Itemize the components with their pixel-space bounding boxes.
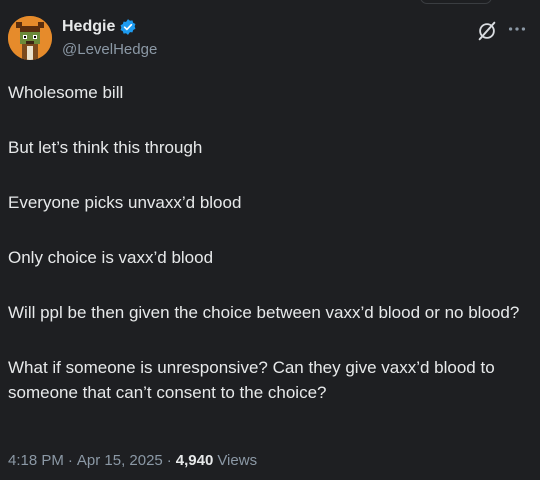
tweet-paragraph: Wholesome bill xyxy=(8,83,124,102)
tweet-paragraph: Will ppl be then given the choice betwee… xyxy=(8,303,520,322)
tweet-time[interactable]: 4:18 PM xyxy=(8,452,64,469)
top-pill-divider xyxy=(420,0,492,4)
views-count: 4,940 xyxy=(175,452,214,469)
views-label: Views xyxy=(217,452,258,469)
tweet-meta: 4:18 PM · Apr 15, 2025 · 4,940 Views xyxy=(8,452,257,469)
avatar[interactable] xyxy=(8,16,52,60)
tweet-paragraph: What if someone is unresponsive? Can the… xyxy=(8,358,495,402)
name-row: Hedgie xyxy=(62,18,137,36)
tweet-date[interactable]: Apr 15, 2025 xyxy=(77,452,163,469)
tweet-text: Wholesome bill But let’s think this thro… xyxy=(8,80,534,435)
tweet-paragraph: Everyone picks unvaxx’d blood xyxy=(8,193,242,212)
author-handle[interactable]: @LevelHedge xyxy=(62,41,157,58)
verified-badge-icon xyxy=(119,18,137,36)
pixel-art-hedgehog-avatar-icon xyxy=(8,16,52,60)
tweet-paragraph: But let’s think this through xyxy=(8,138,203,157)
meta-separator: · xyxy=(166,452,172,469)
tweet-paragraph: Only choice is vaxx’d blood xyxy=(8,248,214,267)
meta-separator: · xyxy=(67,452,73,469)
more-options-icon[interactable] xyxy=(504,18,530,40)
tweet-header: Hedgie @LevelHedge xyxy=(8,16,532,64)
display-name[interactable]: Hedgie xyxy=(62,18,115,36)
grok-icon[interactable] xyxy=(476,20,498,42)
